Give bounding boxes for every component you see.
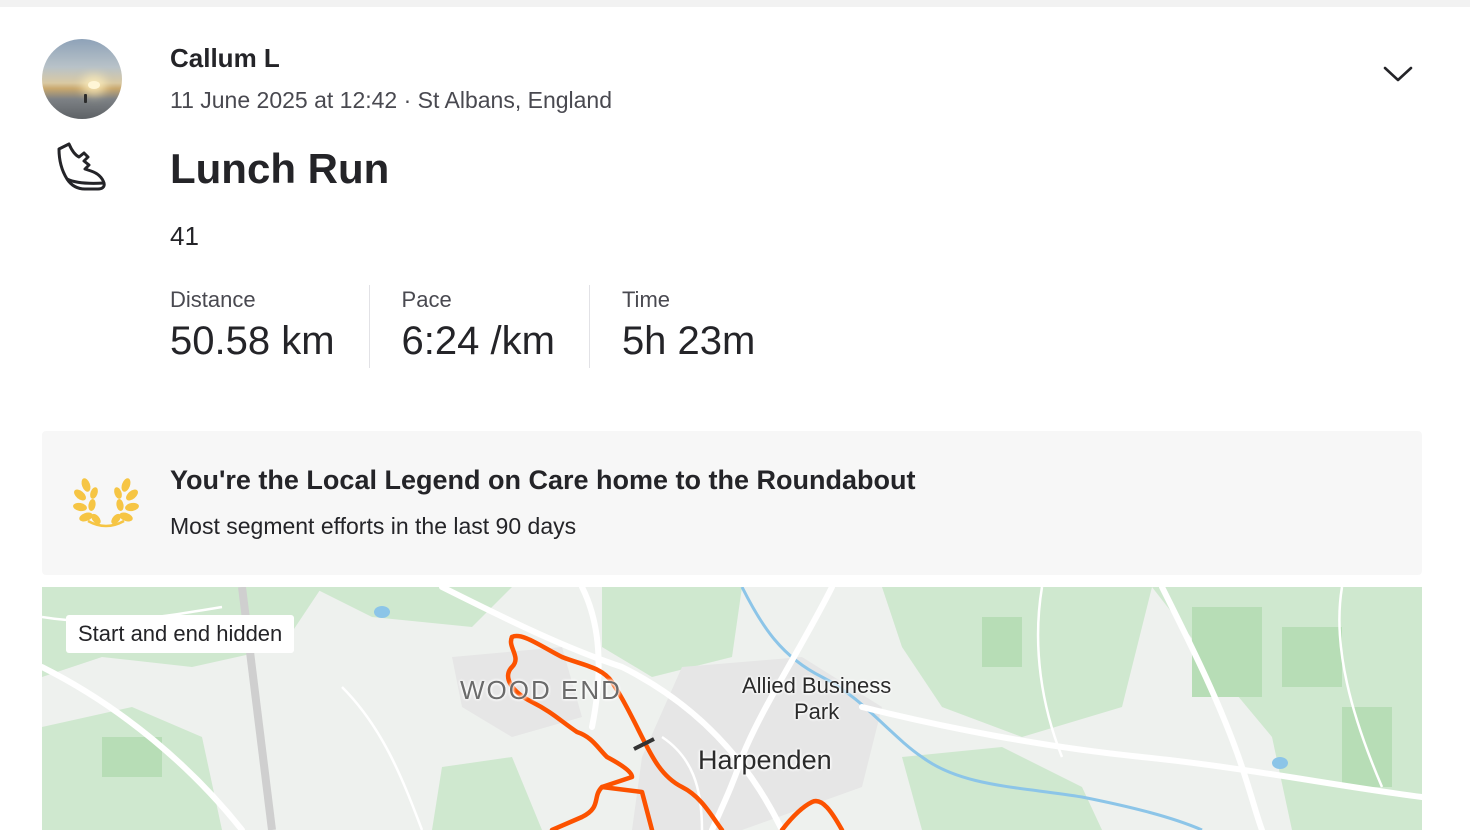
activity-date-location: 11 June 2025 at 12:42 · St Albans, Engla… bbox=[170, 87, 613, 113]
stat-time: Time 5h 23m bbox=[588, 285, 789, 368]
privacy-chip: Start and end hidden bbox=[66, 615, 295, 653]
athlete-name[interactable]: Callum L bbox=[170, 43, 280, 74]
chevron-down-icon[interactable] bbox=[1382, 63, 1414, 85]
laurel-icon bbox=[73, 478, 139, 528]
activity-title[interactable]: Lunch Run bbox=[170, 145, 389, 193]
activity-description: 41 bbox=[170, 221, 199, 251]
avatar[interactable] bbox=[42, 39, 122, 119]
legend-subtitle: Most segment efforts in the last 90 days bbox=[170, 513, 577, 539]
route-map[interactable]: Start and end hidden WOOD END Allied Bus… bbox=[42, 587, 1422, 830]
map-label-allied-text: Allied Business Park bbox=[742, 673, 892, 724]
stat-distance: Distance 50.58 km bbox=[170, 285, 369, 368]
stat-value: 5h 23m bbox=[621, 319, 756, 363]
activity-card: Callum L 11 June 2025 at 12:42 · St Alba… bbox=[0, 7, 1470, 830]
stat-pace: Pace 6:24 /km bbox=[368, 285, 589, 368]
stat-label: Distance bbox=[170, 287, 256, 312]
local-legend-banner[interactable]: You're the Local Legend on Care home to … bbox=[42, 431, 1422, 575]
stat-value: 50.58 km bbox=[170, 319, 335, 363]
stat-label: Pace bbox=[401, 287, 452, 312]
map-label-wood-end: WOOD END bbox=[460, 675, 622, 705]
stat-label: Time bbox=[621, 287, 671, 312]
stat-value: 6:24 /km bbox=[401, 319, 555, 363]
legend-title[interactable]: You're the Local Legend on Care home to … bbox=[170, 465, 915, 496]
map-label-harpenden: Harpenden bbox=[698, 745, 832, 775]
stats-row: Distance 50.58 km Pace 6:24 /km Time 5h … bbox=[170, 285, 789, 368]
map-label-allied-business-park: Allied Business Park bbox=[742, 673, 891, 725]
running-shoe-icon bbox=[57, 142, 106, 191]
top-strip bbox=[0, 0, 1470, 7]
